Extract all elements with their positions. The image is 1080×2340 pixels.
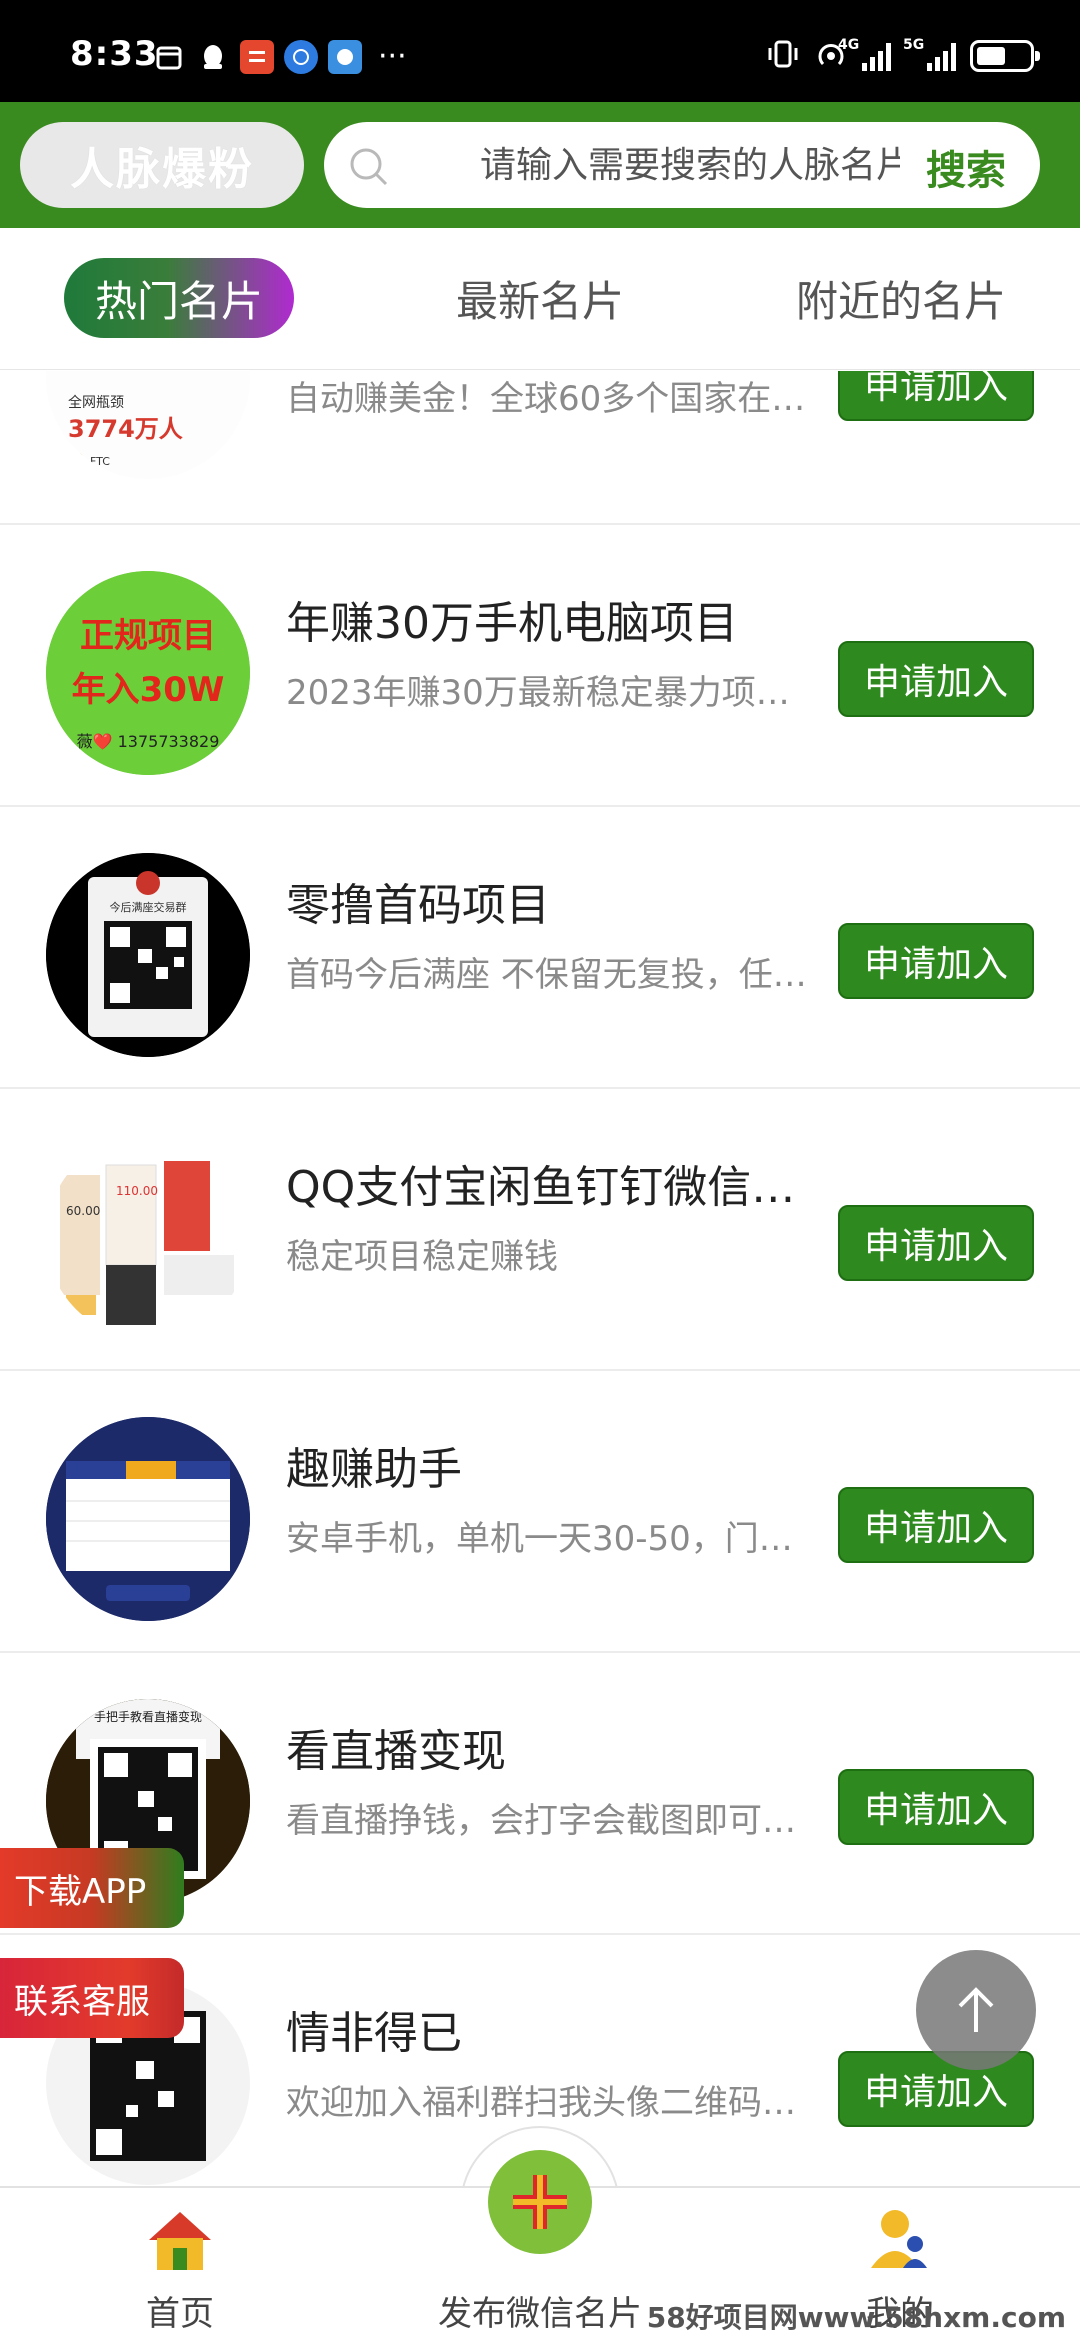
- card-description: 首码今后满座 不保留无复投，任…: [286, 955, 807, 995]
- search-button[interactable]: 搜索: [926, 138, 1006, 196]
- card-title: QQ支付宝闲鱼钉钉微信…: [286, 1162, 796, 1213]
- svg-text:FTC: FTC: [90, 455, 110, 468]
- apply-join-button[interactable]: 申请加入: [838, 1769, 1034, 1845]
- status-time: 8:33: [70, 34, 159, 74]
- nav-home[interactable]: 首页: [120, 2188, 240, 2340]
- app-title: 人脉爆粉: [70, 144, 254, 195]
- svg-text:全网瓶颈: 全网瓶颈: [68, 394, 124, 411]
- list-item[interactable]: 正规项目 年入30W 薇❤️ 1375733829 年赚30万手机电脑项目 20…: [0, 525, 1080, 807]
- thumbnail-text: 今后满座交易群: [110, 900, 187, 914]
- card-description: 稳定项目稳定赚钱: [286, 1237, 558, 1277]
- card-thumbnail: [46, 1417, 250, 1621]
- notification-icons: ···: [152, 40, 407, 74]
- user-icon: [871, 2210, 927, 2268]
- tab-hot-cards[interactable]: 热门名片: [64, 258, 294, 338]
- list-item[interactable]: 今后满座交易群 零撸首码项目 首码今后满座 不保留无复投，任… 申请加入: [0, 807, 1080, 1089]
- tab-nearby-cards[interactable]: 附近的名片: [786, 258, 1016, 338]
- contact-service-button[interactable]: 联系客服: [0, 1958, 184, 2038]
- status-bar: 8:33 ··· 4G 5G: [0, 0, 1080, 102]
- app-logo: 人脉爆粉: [20, 122, 304, 208]
- card-description: 自动赚美金！全球60多个国家在…: [286, 379, 806, 419]
- plus-icon: [513, 2175, 567, 2229]
- vibrate-icon: [766, 38, 800, 74]
- list-item[interactable]: 110.00 60.00 QQ支付宝闲鱼钉钉微信… 稳定项目稳定赚钱 申请加入: [0, 1089, 1080, 1371]
- apply-join-button[interactable]: 申请加入: [838, 371, 1034, 421]
- card-thumbnail: 110.00 60.00: [46, 1135, 250, 1339]
- nav-home-label: 首页: [146, 2294, 214, 2334]
- watermark: 58好项目网www.58hxm.com: [646, 2301, 1066, 2334]
- nav-publish-label: 发布微信名片: [438, 2294, 642, 2334]
- list-item[interactable]: 全网瓶颈 3774万人 FTC 自动赚美金！全球60多个国家在… 申请加入: [0, 371, 1080, 525]
- apply-join-button[interactable]: 申请加入: [838, 923, 1034, 999]
- chat-app-icon: [328, 40, 362, 74]
- card-thumbnail: 全网瓶颈 3774万人 FTC: [46, 371, 250, 479]
- card-description: 看直播挣钱，会打字会截图即可…: [286, 1801, 796, 1841]
- list-item[interactable]: 趣赚助手 安卓手机，单机一天30-50，门… 申请加入: [0, 1371, 1080, 1653]
- card-title: 年赚30万手机电脑项目: [286, 598, 738, 649]
- signal-4g-icon: 4G: [838, 37, 891, 71]
- qq-icon: [196, 40, 230, 74]
- arrow-up-icon: [958, 1987, 994, 2032]
- thumbnail-subtext: 年入30W: [72, 670, 225, 710]
- apply-join-button[interactable]: 申请加入: [838, 1487, 1034, 1563]
- search-icon: [350, 148, 388, 186]
- svg-text:薇❤️ 1375733829: 薇❤️ 1375733829: [77, 732, 220, 751]
- screen: 8:33 ··· 4G 5G 人脉爆粉 请输入需要搜索的人脉名片 搜索 热门名片…: [0, 0, 1080, 2340]
- scroll-to-top-button[interactable]: [916, 1950, 1036, 2070]
- card-description: 欢迎加入福利群扫我头像二维码…: [286, 2083, 796, 2123]
- card-thumbnail: 今后满座交易群: [46, 853, 250, 1057]
- card-description: 2023年赚30万最新稳定暴力项…: [286, 673, 790, 713]
- thumbnail-text: 正规项目: [80, 616, 216, 656]
- publish-card-button[interactable]: [488, 2150, 592, 2254]
- tab-latest-cards[interactable]: 最新名片: [436, 258, 644, 338]
- card-title: 趣赚助手: [286, 1444, 462, 1495]
- category-tabs: 热门名片 最新名片 附近的名片: [0, 228, 1080, 370]
- search-input[interactable]: [480, 140, 900, 190]
- card-title: 零撸首码项目: [286, 880, 550, 931]
- app-header: 人脉爆粉 搜索: [0, 102, 1080, 228]
- thumbnail-text: 3774万人: [68, 415, 183, 443]
- apply-join-button[interactable]: 申请加入: [838, 641, 1034, 717]
- signal-5g-icon: 5G: [903, 37, 956, 71]
- svg-text:60.00: 60.00: [66, 1204, 100, 1218]
- search-bar[interactable]: 搜索: [324, 122, 1040, 208]
- home-icon: [149, 2212, 211, 2270]
- download-app-button[interactable]: 下载APP: [0, 1848, 184, 1928]
- more-notifications-icon: ···: [378, 39, 407, 74]
- card-title: 看直播变现: [286, 1726, 506, 1777]
- card-description: 安卓手机，单机一天30-50，门…: [286, 1519, 793, 1559]
- thumbnail-text: 手把手教看直播变现: [94, 1709, 202, 1724]
- system-icons: 4G 5G: [766, 37, 1040, 74]
- browser-app-icon: [284, 40, 318, 74]
- battery-icon: [970, 40, 1040, 72]
- svg-text:110.00: 110.00: [116, 1184, 158, 1198]
- calendar-icon: [152, 40, 186, 74]
- card-thumbnail: 正规项目 年入30W 薇❤️ 1375733829: [46, 571, 250, 775]
- card-title: 情非得已: [286, 2008, 462, 2059]
- bank-app-icon: [240, 40, 274, 74]
- apply-join-button[interactable]: 申请加入: [838, 1205, 1034, 1281]
